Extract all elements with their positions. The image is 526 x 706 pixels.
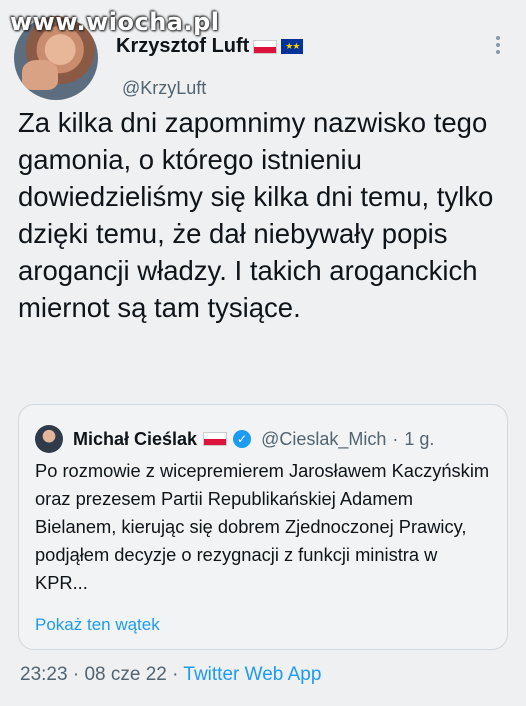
quoted-author-avatar (35, 425, 63, 453)
separator: · (172, 664, 179, 685)
author-handle[interactable]: @KrzyLuft (122, 78, 206, 99)
separator: · (392, 428, 399, 449)
author-name-row[interactable]: Krzysztof Luft ★★ (116, 35, 304, 58)
quoted-tweet-time: 1 g. (404, 428, 435, 449)
quoted-author-handle: @Cieslak_Mich (261, 428, 387, 449)
verified-badge-icon: ✓ (233, 430, 252, 448)
poland-flag-icon (253, 39, 278, 54)
tweet-footer: 23:23 · 08 cze 22 · Twitter Web App (20, 664, 321, 686)
source-app-link[interactable]: Twitter Web App (183, 664, 321, 685)
quoted-tweet[interactable]: Michał Cieślak ✓ @Cieslak_Mich · 1 g. Po… (18, 404, 508, 650)
more-options-icon[interactable] (496, 36, 502, 54)
eu-flag-icon: ★★ (281, 39, 304, 54)
quoted-tweet-header: Michał Cieślak ✓ @Cieslak_Mich · 1 g. (35, 425, 434, 453)
show-thread-link[interactable]: Pokaż ten wątek (35, 615, 160, 635)
tweet-text: Za kilka dni zapomnimy nazwisko tego gam… (18, 107, 494, 323)
tweet-time[interactable]: 23:23 (20, 664, 68, 685)
quoted-tweet-text: Po rozmowie z wicepremierem Jarosławem K… (35, 460, 490, 593)
separator: · (72, 664, 80, 685)
quoted-author-name: Michał Cieślak (73, 428, 198, 449)
watermark: www.wiocha.pl (10, 8, 220, 36)
poland-flag-icon (203, 432, 228, 446)
author-name[interactable]: Krzysztof Luft (116, 35, 249, 58)
tweet-date[interactable]: 08 cze 22 (84, 664, 166, 685)
